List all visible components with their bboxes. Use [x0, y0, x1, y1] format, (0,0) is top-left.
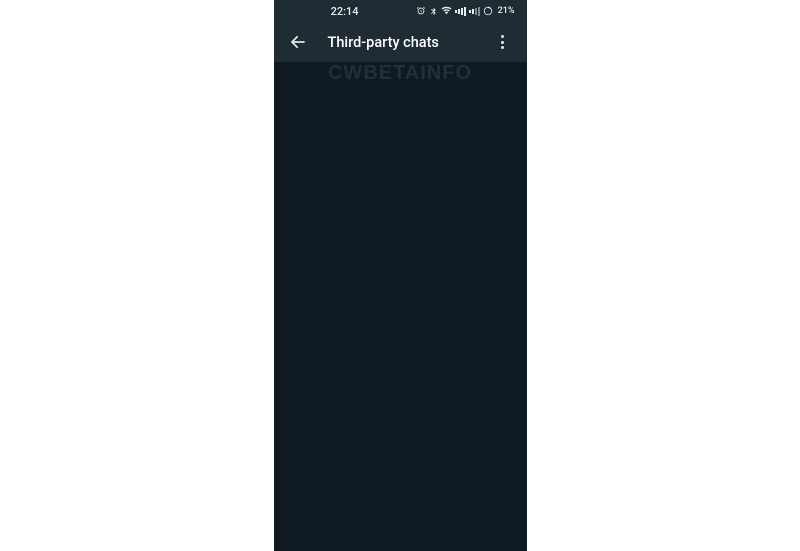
back-button[interactable]: [282, 26, 314, 58]
battery-percent: 21%: [498, 6, 515, 16]
phone-screen: 22:14 21%: [274, 0, 527, 551]
battery-icon: [483, 6, 493, 16]
status-bar: 22:14 21%: [274, 0, 527, 22]
watermark-text: CWBETAINFO: [274, 62, 527, 85]
more-vertical-icon: [501, 35, 504, 49]
page-title: Third-party chats: [328, 34, 487, 51]
status-time: 22:14: [274, 5, 416, 18]
signal-icon: [469, 7, 480, 16]
alarm-icon: [416, 6, 426, 16]
app-bar: Third-party chats: [274, 22, 527, 62]
status-icons: 21%: [416, 6, 515, 16]
arrow-left-icon: [289, 33, 307, 51]
wifi-icon: [441, 6, 452, 16]
bluetooth-icon: [429, 7, 438, 16]
more-options-button[interactable]: [487, 26, 519, 58]
signal-icon: [455, 7, 466, 16]
